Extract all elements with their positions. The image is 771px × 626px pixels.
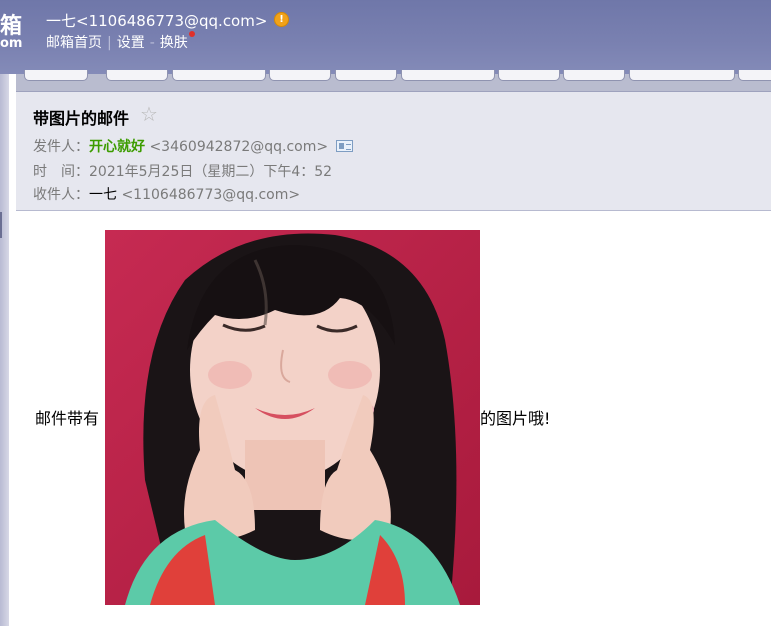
toolbar-button[interactable] [172,70,266,81]
logo-domain: om [0,36,23,51]
toolbar-button[interactable] [629,70,735,81]
settings-link[interactable]: 设置 [117,35,145,51]
time-label: 时 间： [33,164,89,180]
account-name: 一七<1106486773@qq.com> [46,12,268,30]
header-links: 邮箱首页 | 设置 - 换肤 [46,31,195,52]
sidebar-handle[interactable] [0,212,2,238]
mail-home-link[interactable]: 邮箱首页 [46,35,102,51]
recipient-address: <1106486773@qq.com> [121,187,301,203]
toolbar-button[interactable] [563,70,625,81]
notification-dot-icon [188,31,195,37]
time-row: 时 间：2021年5月25日（星期二）下午4：52 [33,161,332,181]
toolbar-button[interactable] [106,70,168,81]
recipient-label: 收件人： [33,187,89,203]
attached-photo[interactable] [105,230,480,605]
sidebar-edge [0,74,9,626]
top-header: 箱 om 一七<1106486773@qq.com> ! 邮箱首页 | 设置 - 换肤 [0,0,771,74]
skin-link[interactable]: 换肤 [160,35,188,51]
warning-icon[interactable]: ! [274,12,289,27]
sender-address: <3460942872@qq.com> [149,139,329,155]
toolbar-button[interactable] [738,70,771,81]
toolbar-button[interactable] [401,70,495,81]
photo-illustration [105,230,480,605]
recipient-row: 收件人：一七 <1106486773@qq.com> [33,184,300,204]
toolbar-button[interactable] [335,70,397,81]
link-separator: | [107,35,112,51]
body-text-after: 的图片哦! [480,409,551,428]
toolbar-button[interactable] [498,70,560,81]
sender-name[interactable]: 开心就好 [89,139,145,155]
contact-card-icon[interactable] [336,140,354,152]
star-icon[interactable]: ☆ [140,102,158,126]
link-separator: - [149,35,155,51]
sender-label: 发件人： [33,139,89,155]
toolbar-button[interactable] [24,70,88,81]
body-text-before: 邮件带有 [35,409,100,428]
toolbar-button[interactable] [269,70,331,81]
mail-toolbar [16,70,771,92]
recipient-name[interactable]: 一七 [89,187,117,203]
mail-subject: 带图片的邮件 [33,109,130,128]
mail-header: 带图片的邮件 ☆ 发件人：开心就好 <3460942872@qq.com> 时 … [16,92,771,211]
sender-row: 发件人：开心就好 <3460942872@qq.com> [33,136,354,156]
time-value: 2021年5月25日（星期二）下午4：52 [89,164,333,180]
